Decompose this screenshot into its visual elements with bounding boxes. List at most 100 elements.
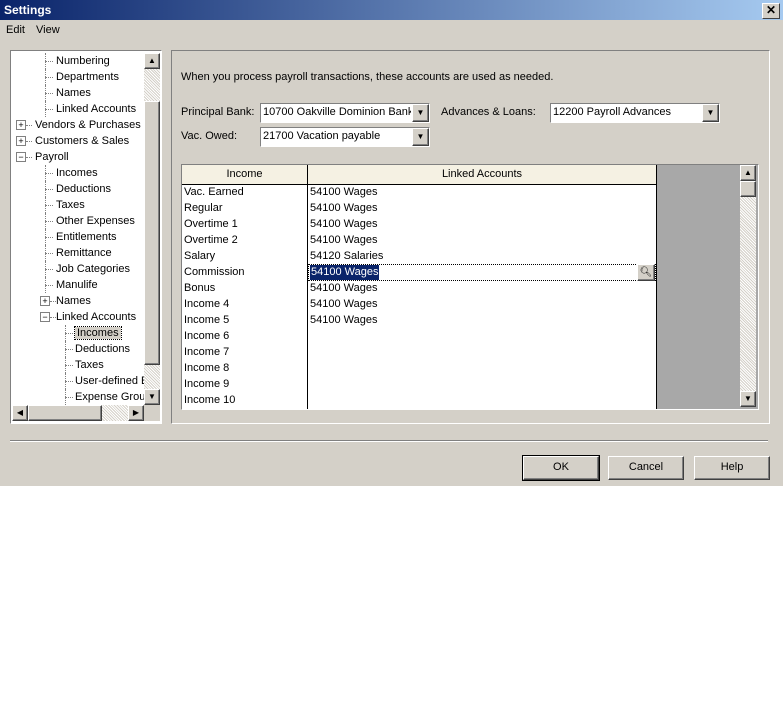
- chevron-down-icon[interactable]: ▼: [412, 104, 429, 122]
- tree-connector: [45, 189, 53, 190]
- tree-hscroll-thumb[interactable]: [28, 405, 102, 421]
- tree-connector: [45, 85, 46, 101]
- tree-item[interactable]: Entitlements: [56, 229, 117, 245]
- tree-item[interactable]: Other Expenses: [56, 213, 135, 229]
- linked-accounts-grid[interactable]: Income Linked Accounts ▲ ▼: [181, 164, 759, 410]
- tree-item[interactable]: Names: [56, 85, 91, 101]
- tree-item[interactable]: Numbering: [56, 53, 110, 69]
- income-cell[interactable]: Income 9: [184, 376, 229, 392]
- tree-item[interactable]: Payroll: [35, 149, 69, 165]
- tree-item-label: Payroll: [35, 151, 69, 163]
- grid-vscroll[interactable]: [740, 165, 756, 407]
- tree-item[interactable]: Taxes: [56, 197, 85, 213]
- tree-item[interactable]: User-defined E: [75, 373, 148, 389]
- account-cell[interactable]: 54100 Wages: [310, 312, 377, 328]
- income-cell[interactable]: Overtime 1: [184, 216, 238, 232]
- chevron-down-icon[interactable]: ▼: [702, 104, 719, 122]
- income-cell[interactable]: Salary: [184, 248, 215, 264]
- tree-item[interactable]: Incomes: [74, 325, 122, 341]
- tree-item[interactable]: Incomes: [56, 165, 98, 181]
- tree-connector: [65, 349, 73, 350]
- income-cell[interactable]: Income 8: [184, 360, 229, 376]
- tree-connector: [45, 173, 53, 174]
- tree-connector: [45, 285, 53, 286]
- tree-item[interactable]: Taxes: [75, 357, 104, 373]
- divider: [10, 440, 768, 442]
- tree-item-label: Deductions: [56, 183, 112, 195]
- tree-item[interactable]: Departments: [56, 69, 119, 85]
- income-cell[interactable]: Overtime 2: [184, 232, 238, 248]
- collapse-icon[interactable]: −: [40, 312, 50, 322]
- account-cell[interactable]: 54100 Wages: [310, 232, 377, 248]
- tree-connector: [45, 237, 53, 238]
- tree-connector: [65, 357, 66, 373]
- account-cell[interactable]: 54100 Wages: [310, 200, 377, 216]
- tree-item[interactable]: Customers & Sales: [35, 133, 129, 149]
- collapse-icon[interactable]: −: [16, 152, 26, 162]
- expand-icon[interactable]: +: [16, 136, 26, 146]
- tree-item-label: Entitlements: [56, 231, 117, 243]
- account-cell[interactable]: 54100 Wages: [310, 216, 377, 232]
- help-button[interactable]: Help: [694, 456, 770, 480]
- income-cell[interactable]: Bonus: [184, 280, 215, 296]
- column-header-linked-accounts[interactable]: Linked Accounts: [308, 165, 657, 185]
- advances-loans-combo[interactable]: 12200 Payroll Advances ▼: [550, 103, 720, 123]
- account-cell[interactable]: 54100 Wages: [310, 296, 377, 312]
- tree-item-label: Taxes: [56, 199, 85, 211]
- tree-item[interactable]: Deductions: [75, 341, 130, 357]
- income-cell[interactable]: Commission: [184, 264, 245, 280]
- tree-item[interactable]: Deductions: [56, 181, 111, 197]
- tree-connector: [45, 197, 46, 213]
- close-icon[interactable]: ✕: [766, 3, 776, 17]
- principal-bank-combo[interactable]: 10700 Oakville Dominion Bank: ▼: [260, 103, 430, 123]
- tree-scroll-right-icon[interactable]: ▶: [128, 405, 144, 421]
- account-cell[interactable]: 54100 Wages: [310, 184, 377, 200]
- tree-item[interactable]: Remittance: [56, 245, 112, 261]
- account-cell[interactable]: 54100 Wages: [310, 280, 377, 296]
- tree-connector: [26, 141, 32, 142]
- income-cell[interactable]: Income 10: [184, 392, 235, 408]
- account-cell[interactable]: 54120 Salaries: [310, 248, 383, 264]
- selected-account-cell[interactable]: 54100 Wages: [308, 264, 656, 281]
- settings-window: Settings ✕ Edit View Numbering Department…: [0, 0, 783, 486]
- column-header-income[interactable]: Income: [182, 165, 308, 185]
- expand-icon[interactable]: +: [16, 120, 26, 130]
- selected-account-text[interactable]: 54100 Wages: [310, 265, 380, 280]
- tree-connector: [65, 365, 73, 366]
- tree-scroll-thumb[interactable]: [144, 101, 160, 365]
- income-cell[interactable]: Vac. Earned: [184, 184, 244, 200]
- tree-item[interactable]: Linked Accounts: [56, 309, 136, 325]
- tree-item[interactable]: Job Categories: [56, 261, 130, 277]
- ok-button[interactable]: OK: [522, 455, 600, 481]
- tree-scroll-down-icon[interactable]: ▼: [144, 389, 160, 405]
- magnifier-icon[interactable]: 🔍︎: [640, 267, 653, 278]
- income-cell[interactable]: Regular: [184, 200, 223, 216]
- tree-item[interactable]: Manulife: [56, 277, 98, 293]
- grid-scroll-up-icon[interactable]: ▲: [740, 165, 756, 181]
- tree-scroll-left-icon[interactable]: ◀: [12, 405, 28, 421]
- grid-scroll-thumb[interactable]: [740, 181, 756, 197]
- menu-view[interactable]: View: [36, 24, 60, 36]
- tree-item[interactable]: Expense Grou: [75, 389, 145, 405]
- vac-owed-combo[interactable]: 21700 Vacation payable ▼: [260, 127, 430, 147]
- tree-connector: [45, 261, 46, 277]
- title-bar[interactable]: Settings ✕: [0, 0, 783, 20]
- lookup-button[interactable]: 🔍︎: [637, 264, 655, 281]
- expand-icon[interactable]: +: [40, 296, 50, 306]
- grid-scroll-down-icon[interactable]: ▼: [740, 391, 756, 407]
- tree-item[interactable]: Linked Accounts: [56, 101, 136, 117]
- cancel-button[interactable]: Cancel: [608, 456, 684, 480]
- income-cell[interactable]: Income 5: [184, 312, 229, 328]
- chevron-down-icon[interactable]: ▼: [412, 128, 429, 146]
- menu-edit[interactable]: Edit: [6, 24, 25, 36]
- income-cell[interactable]: Income 6: [184, 328, 229, 344]
- menu-bar: Edit View: [0, 20, 783, 40]
- advances-loans-value: 12200 Payroll Advances: [553, 106, 672, 118]
- income-cell[interactable]: Income 7: [184, 344, 229, 360]
- close-button[interactable]: ✕: [762, 3, 780, 19]
- tree-item[interactable]: Vendors & Purchases: [35, 117, 141, 133]
- settings-tree[interactable]: Numbering Departments Names Linked Accounts…: [10, 50, 162, 424]
- tree-item[interactable]: Names: [56, 293, 91, 309]
- income-cell[interactable]: Income 4: [184, 296, 229, 312]
- tree-scroll-up-icon[interactable]: ▲: [144, 53, 160, 69]
